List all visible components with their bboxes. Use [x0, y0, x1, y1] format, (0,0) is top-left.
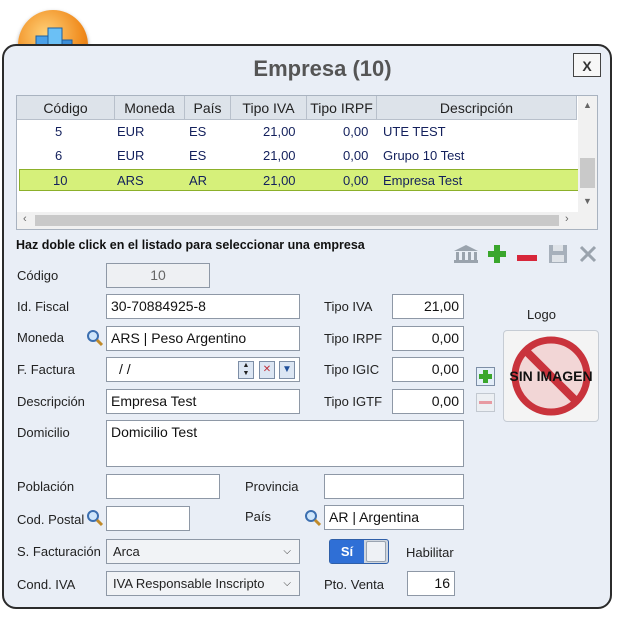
add-icon[interactable]	[486, 243, 508, 265]
habilitar-toggle[interactable]: Sí	[329, 539, 389, 564]
cell-pais: AR	[189, 173, 208, 188]
f-factura-label: F. Factura	[17, 362, 75, 377]
cancel-icon[interactable]	[578, 244, 598, 264]
cell-tipo-iva: 21,00	[263, 124, 296, 139]
chevron-down-icon: ⌵	[283, 546, 291, 557]
column-header-tipo-irpf[interactable]: Tipo IRPF	[307, 96, 377, 120]
pto-venta-field[interactable]: 16	[407, 571, 455, 596]
habilitar-label: Habilitar	[406, 545, 454, 560]
codigo-field: 10	[106, 263, 210, 288]
moneda-field[interactable]: ARS | Peso Argentino	[106, 326, 300, 351]
cell-codigo: 10	[53, 173, 68, 188]
cell-codigo: 6	[55, 148, 63, 163]
cell-tipo-iva: 21,00	[263, 173, 296, 188]
pais-search-icon[interactable]	[304, 509, 322, 527]
codigo-label: Código	[17, 268, 59, 283]
scroll-left-icon[interactable]: ‹	[23, 213, 27, 225]
toggle-knob	[366, 541, 386, 562]
descripcion-field[interactable]: Empresa Test	[106, 389, 300, 414]
cell-tipo-irpf: 0,00	[343, 148, 369, 163]
poblacion-field[interactable]	[106, 474, 220, 499]
cell-moneda: EUR	[117, 148, 145, 163]
chevron-down-icon: ⌵	[283, 578, 291, 589]
column-header-descripcion[interactable]: Descripción	[377, 96, 577, 120]
logo-label: Logo	[527, 307, 556, 322]
grid-hint: Haz doble click en el listado para selec…	[16, 238, 365, 252]
s-facturacion-label: S. Facturación	[17, 544, 101, 559]
tipo-irpf-field[interactable]: 0,00	[392, 326, 464, 351]
id-fiscal-field[interactable]: 30-70884925-8	[106, 294, 300, 319]
vertical-scrollbar[interactable]: ▲ ▼	[578, 96, 597, 212]
cell-moneda: ARS	[117, 173, 144, 188]
cond-iva-select[interactable]: IVA Responsable Inscripto ⌵	[106, 571, 300, 596]
tipo-igtf-field[interactable]: 0,00	[392, 389, 464, 414]
tipo-irpf-label: Tipo IRPF	[324, 331, 383, 346]
s-facturacion-select[interactable]: Arca ⌵	[106, 539, 300, 564]
moneda-label: Moneda	[17, 330, 64, 345]
tipo-iva-field[interactable]: 21,00	[392, 294, 464, 319]
dialog-title: Empresa (10)	[253, 56, 392, 81]
tipo-igic-field[interactable]: 0,00	[392, 357, 464, 382]
date-spinner-icon[interactable]: ▲ ▼	[238, 361, 254, 379]
pto-venta-label: Pto. Venta	[324, 577, 384, 592]
poblacion-label: Población	[17, 479, 75, 494]
cell-descripcion: Empresa Test	[383, 173, 463, 188]
remove-logo-icon[interactable]	[476, 393, 495, 412]
cod-postal-label: Cod. Postal	[17, 512, 85, 527]
provincia-label: Provincia	[245, 479, 299, 494]
cell-pais: ES	[189, 124, 207, 139]
cell-codigo: 5	[55, 124, 63, 139]
f-factura-value: / /	[119, 361, 131, 377]
date-dropdown-icon[interactable]: ▼	[279, 361, 295, 379]
tipo-igtf-label: Tipo IGTF	[324, 394, 383, 409]
cell-pais: ES	[189, 148, 207, 163]
pais-field[interactable]: AR | Argentina	[324, 505, 464, 530]
cell-descripcion: UTE TEST	[383, 124, 446, 139]
scroll-down-icon[interactable]: ▼	[583, 196, 592, 206]
date-clear-icon[interactable]: ✕	[259, 361, 275, 379]
empresa-grid[interactable]: Código Moneda País Tipo IVA Tipo IRPF De…	[16, 95, 598, 230]
column-header-moneda[interactable]: Moneda	[115, 96, 185, 120]
cell-tipo-irpf: 0,00	[343, 124, 369, 139]
table-row[interactable]: 5 EUR ES 21,00 0,00 UTE TEST	[19, 121, 579, 143]
column-header-pais[interactable]: País	[185, 96, 231, 120]
save-icon[interactable]	[548, 244, 568, 264]
bank-icon[interactable]	[452, 244, 480, 264]
cell-descripcion: Grupo 10 Test	[383, 148, 465, 163]
moneda-search-icon[interactable]	[86, 329, 104, 347]
scroll-up-icon[interactable]: ▲	[583, 100, 592, 110]
add-logo-icon[interactable]	[476, 367, 495, 386]
descripcion-label: Descripción	[17, 394, 85, 409]
s-facturacion-value: Arca	[113, 544, 140, 559]
logo-image[interactable]: SIN IMAGEN	[503, 330, 599, 422]
scroll-right-icon[interactable]: ›	[565, 213, 569, 225]
column-header-codigo[interactable]: Código	[17, 96, 115, 120]
toggle-on-label: Sí	[330, 540, 364, 563]
cond-iva-value: IVA Responsable Inscripto	[113, 576, 265, 591]
close-button[interactable]: X	[573, 53, 601, 77]
remove-icon[interactable]	[516, 250, 538, 261]
tipo-igic-label: Tipo IGIC	[324, 362, 380, 377]
scroll-thumb[interactable]	[35, 215, 559, 226]
provincia-field[interactable]	[324, 474, 464, 499]
cell-moneda: EUR	[117, 124, 145, 139]
table-row-selected[interactable]: 10 ARS AR 21,00 0,00 Empresa Test	[19, 169, 579, 191]
tipo-iva-label: Tipo IVA	[324, 299, 373, 314]
cell-tipo-iva: 21,00	[263, 148, 296, 163]
domicilio-label: Domicilio	[17, 425, 70, 440]
cod-postal-search-icon[interactable]	[86, 509, 104, 527]
id-fiscal-label: Id. Fiscal	[17, 299, 70, 314]
horizontal-scrollbar[interactable]: ‹ ›	[17, 212, 597, 229]
scroll-thumb[interactable]	[580, 158, 595, 188]
cell-tipo-irpf: 0,00	[343, 173, 369, 188]
pais-label: País	[245, 509, 272, 524]
no-image-text: SIN IMAGEN	[509, 368, 593, 384]
domicilio-field[interactable]: Domicilio Test	[106, 420, 464, 467]
cod-postal-field[interactable]	[106, 506, 190, 531]
cond-iva-label: Cond. IVA	[17, 577, 76, 592]
column-header-tipo-iva[interactable]: Tipo IVA	[231, 96, 307, 120]
table-row[interactable]: 6 EUR ES 21,00 0,00 Grupo 10 Test	[19, 145, 579, 167]
